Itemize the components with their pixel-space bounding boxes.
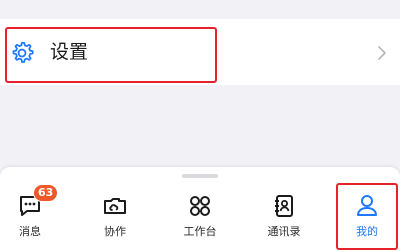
cloud-folder-icon (104, 198, 126, 214)
tab-workbench[interactable]: 工作台 (170, 187, 230, 247)
contacts-book-icon (275, 195, 293, 217)
tab-collaboration[interactable]: 协作 (85, 187, 145, 247)
tab-contacts-label: 通讯录 (267, 225, 301, 238)
unread-badge: 63 (33, 184, 59, 202)
tab-collaboration-label: 协作 (104, 225, 126, 238)
mine-highlight-box (336, 183, 398, 250)
top-strip (0, 0, 400, 19)
chevron-right-icon (378, 46, 386, 60)
tab-messages[interactable]: 63 消息 (0, 184, 60, 247)
tab-contacts[interactable]: 通讯录 (254, 187, 314, 247)
workbench-grid-icon (190, 196, 210, 216)
drag-handle[interactable] (182, 174, 218, 178)
tab-messages-label: 消息 (19, 225, 41, 238)
tab-workbench-label: 工作台 (183, 225, 217, 238)
settings-highlight-box (5, 27, 217, 83)
